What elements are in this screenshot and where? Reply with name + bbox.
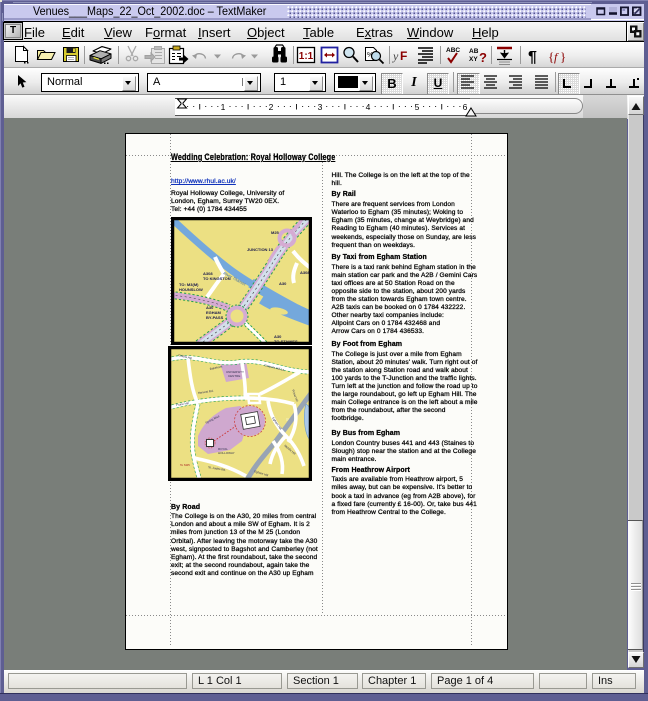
- svg-text:BY-PASS: BY-PASS: [206, 315, 224, 320]
- svg-text:CENTRE: CENTRE: [228, 374, 240, 378]
- svg-text:HOUNSLOW: HOUNSLOW: [179, 287, 203, 292]
- svg-text:JUNCTION 13: JUNCTION 13: [247, 247, 274, 252]
- svg-text:To M25: To M25: [180, 463, 190, 467]
- svg-text:M25: M25: [271, 230, 280, 235]
- svg-text:HOLLOWAY: HOLLOWAY: [218, 451, 235, 455]
- svg-text:A30: A30: [279, 281, 287, 286]
